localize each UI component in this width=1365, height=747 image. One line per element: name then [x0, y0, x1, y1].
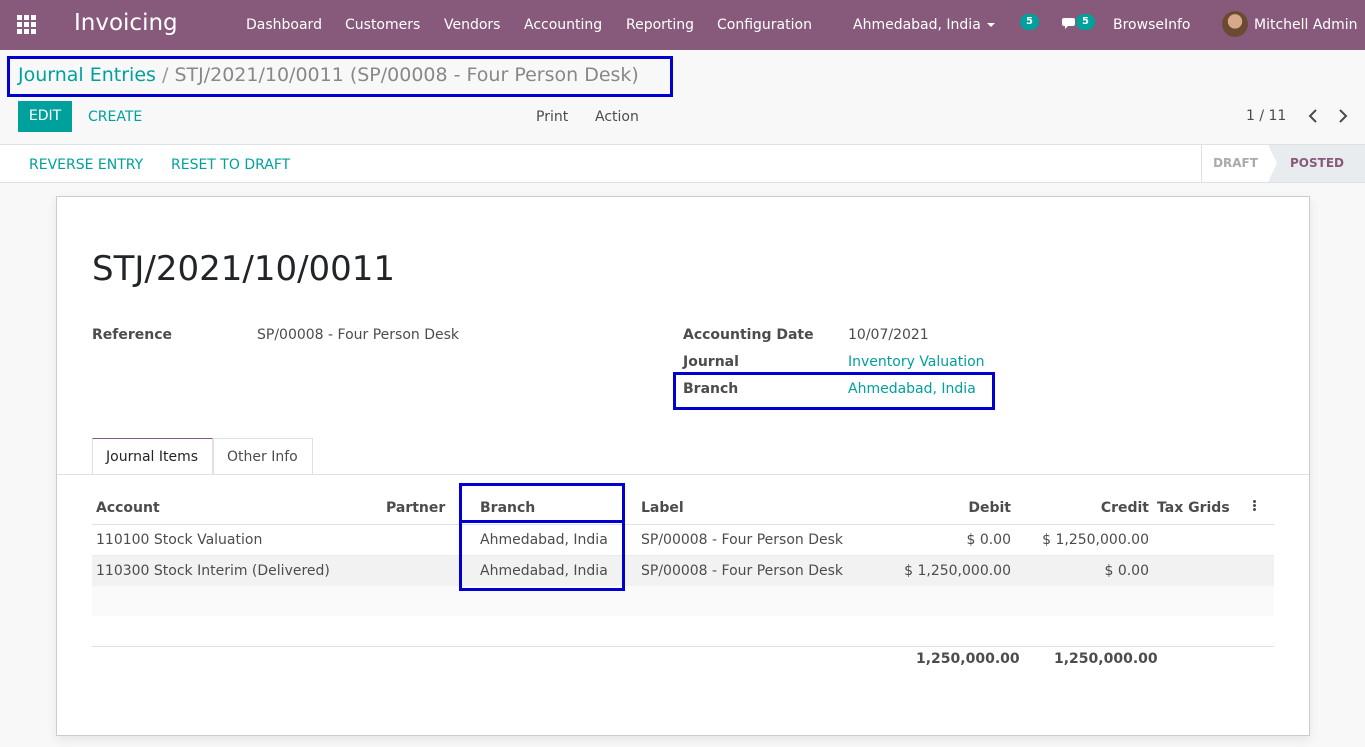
- message-badge[interactable]: 5: [1076, 14, 1095, 30]
- company-switcher[interactable]: BrowseInfo: [1113, 17, 1190, 33]
- branch-switcher[interactable]: Ahmedabad, India: [853, 17, 995, 33]
- journal-items-table: Account Partner Branch Label Debit Credi…: [92, 492, 1274, 647]
- app-name[interactable]: Invoicing: [74, 10, 178, 36]
- user-avatar[interactable]: [1222, 11, 1248, 37]
- print-menu[interactable]: Print: [536, 109, 568, 125]
- reference-label: Reference: [92, 327, 173, 343]
- journal-label: Journal: [683, 354, 739, 370]
- cell-partner: [382, 524, 462, 556]
- cell-branch: Ahmedabad, India: [462, 524, 627, 556]
- cell-empty: [1249, 524, 1274, 556]
- total-credit: 1,250,000.00: [1054, 651, 1158, 667]
- reverse-entry-button[interactable]: REVERSE ENTRY: [29, 157, 143, 173]
- breadcrumb-separator: /: [161, 64, 169, 86]
- table-row[interactable]: 110100 Stock Valuation Ahmedabad, India …: [92, 524, 1274, 556]
- table-row[interactable]: 110300 Stock Interim (Delivered) Ahmedab…: [92, 555, 1274, 586]
- menu-configuration[interactable]: Configuration: [717, 17, 812, 33]
- col-tax-grids[interactable]: Tax Grids: [1153, 492, 1249, 525]
- status-bar: REVERSE ENTRY RESET TO DRAFT DRAFT POSTE…: [0, 144, 1365, 183]
- accounting-date-value: 10/07/2021: [848, 327, 929, 343]
- pager-value[interactable]: 1 / 11: [1246, 108, 1286, 124]
- column-options-icon[interactable]: [1249, 492, 1274, 525]
- cell-tax-grids: [1153, 524, 1249, 556]
- col-partner[interactable]: Partner: [382, 492, 462, 525]
- pager-previous-icon[interactable]: [1308, 108, 1318, 127]
- cell-account: 110100 Stock Valuation: [92, 524, 382, 556]
- table-row-empty: [92, 616, 1274, 647]
- stage-arrow: [1268, 145, 1277, 182]
- cell-empty: [1249, 555, 1274, 586]
- stage-draft[interactable]: DRAFT: [1201, 145, 1269, 182]
- breadcrumb: Journal Entries / STJ/2021/10/0011 (SP/0…: [18, 64, 639, 86]
- activity-badge[interactable]: 5: [1020, 14, 1039, 30]
- create-button[interactable]: CREATE: [88, 109, 142, 125]
- col-account[interactable]: Account: [92, 492, 382, 525]
- cell-credit: $ 0.00: [1015, 555, 1153, 586]
- tab-other-info[interactable]: Other Info: [213, 438, 313, 475]
- cell-label: SP/00008 - Four Person Desk: [627, 524, 879, 556]
- col-branch[interactable]: Branch: [462, 492, 627, 525]
- pager-next-icon[interactable]: [1338, 108, 1348, 127]
- breadcrumb-journal-entries[interactable]: Journal Entries: [18, 64, 156, 86]
- accounting-date-label: Accounting Date: [683, 327, 814, 343]
- cell-debit: $ 1,250,000.00: [879, 555, 1015, 586]
- cell-tax-grids: [1153, 555, 1249, 586]
- branch-switcher-label: Ahmedabad, India: [853, 17, 981, 33]
- action-menu[interactable]: Action: [595, 109, 639, 125]
- cell-branch: Ahmedabad, India: [462, 555, 627, 586]
- cell-debit: $ 0.00: [879, 524, 1015, 556]
- menu-vendors[interactable]: Vendors: [444, 17, 500, 33]
- edit-button[interactable]: EDIT: [18, 101, 72, 132]
- branch-label: Branch: [683, 381, 739, 397]
- caret-down-icon: [986, 23, 995, 27]
- branch-link[interactable]: Ahmedabad, India: [848, 381, 976, 397]
- cell-account: 110300 Stock Interim (Delivered): [92, 555, 382, 586]
- menu-accounting[interactable]: Accounting: [524, 17, 602, 33]
- form-sheet: STJ/2021/10/0011 Reference SP/00008 - Fo…: [56, 196, 1310, 736]
- reset-to-draft-button[interactable]: RESET TO DRAFT: [171, 157, 290, 173]
- app-grid-icon[interactable]: [17, 15, 37, 35]
- tab-journal-items[interactable]: Journal Items: [92, 438, 213, 475]
- reference-value: SP/00008 - Four Person Desk: [257, 327, 460, 343]
- menu-customers[interactable]: Customers: [345, 17, 420, 33]
- breadcrumb-current: STJ/2021/10/0011 (SP/00008 - Four Person…: [174, 64, 639, 86]
- table-row-empty: [92, 586, 1274, 616]
- tab-divider: [57, 474, 1309, 475]
- user-menu[interactable]: Mitchell Admin: [1254, 17, 1358, 33]
- cell-label: SP/00008 - Four Person Desk: [627, 555, 879, 586]
- top-navbar: Invoicing Dashboard Customers Vendors Ac…: [0, 0, 1365, 50]
- menu-dashboard[interactable]: Dashboard: [246, 17, 322, 33]
- total-debit: 1,250,000.00: [916, 651, 1020, 667]
- entry-title: STJ/2021/10/0011: [92, 249, 396, 289]
- col-label[interactable]: Label: [627, 492, 879, 525]
- col-credit[interactable]: Credit: [1015, 492, 1153, 525]
- menu-reporting[interactable]: Reporting: [626, 17, 694, 33]
- journal-link[interactable]: Inventory Valuation: [848, 354, 985, 370]
- col-debit[interactable]: Debit: [879, 492, 1015, 525]
- table-header-row: Account Partner Branch Label Debit Credi…: [92, 492, 1274, 525]
- stage-posted: POSTED: [1269, 145, 1365, 182]
- cell-partner: [382, 555, 462, 586]
- cell-credit: $ 1,250,000.00: [1015, 524, 1153, 556]
